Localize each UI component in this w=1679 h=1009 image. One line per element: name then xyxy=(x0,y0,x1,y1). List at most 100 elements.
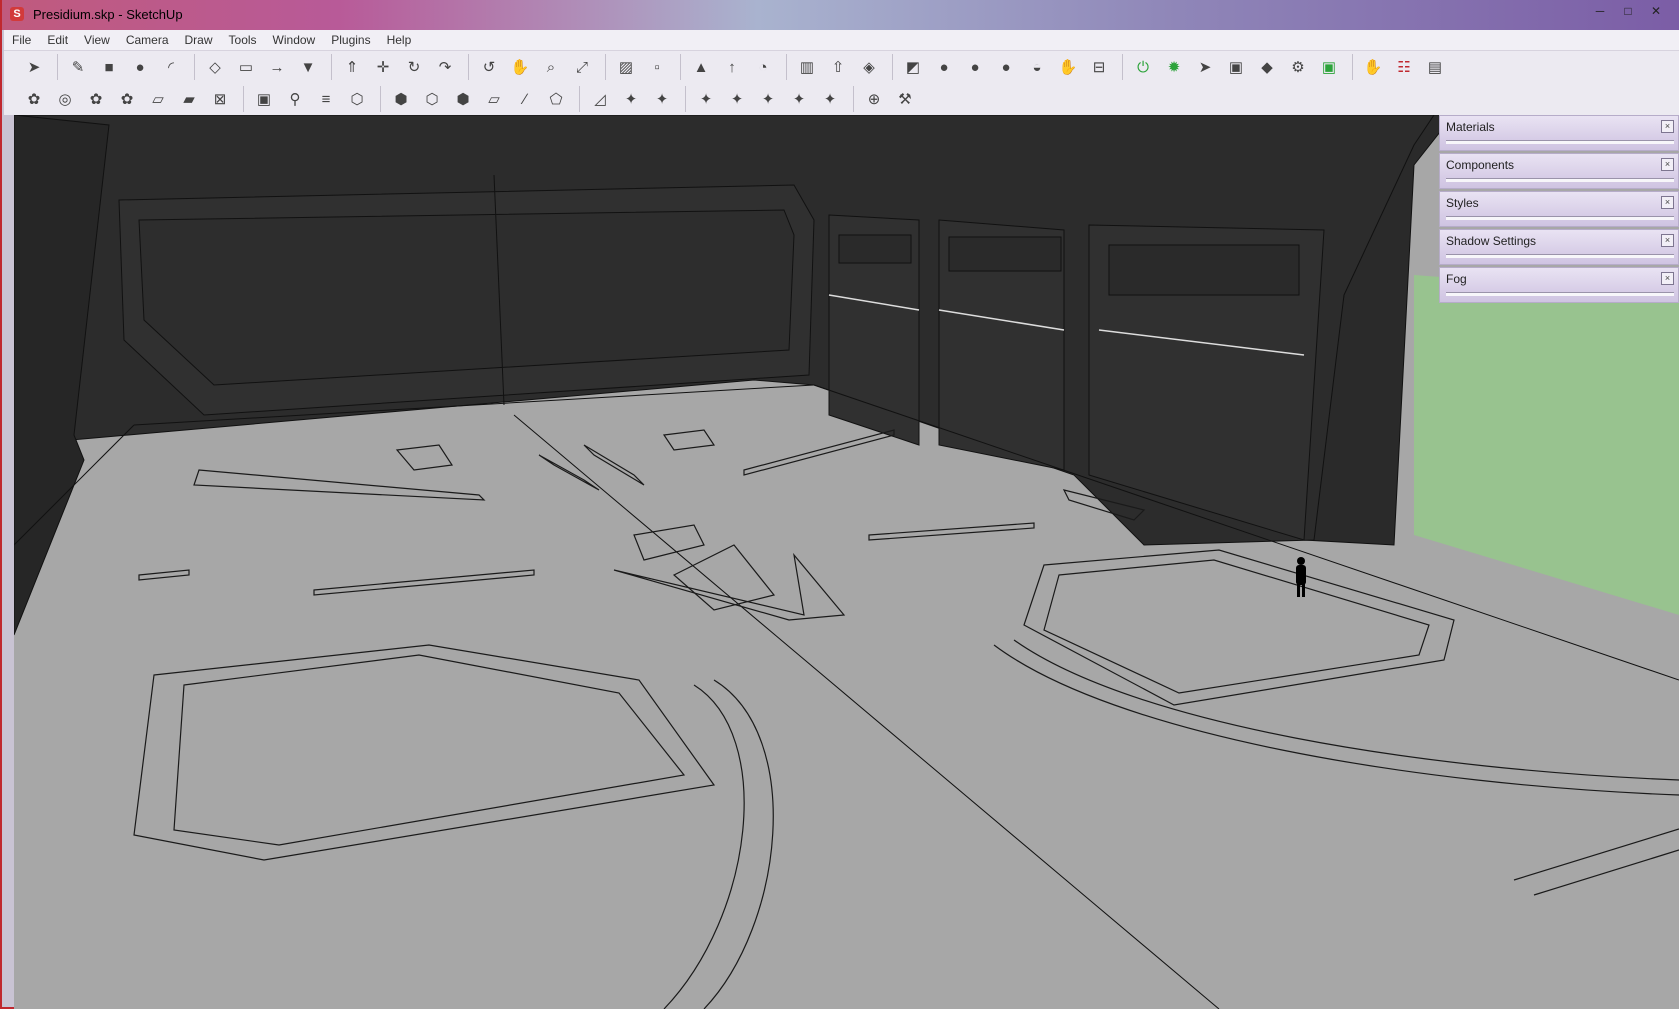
parallel-icon[interactable]: ✦ xyxy=(785,85,813,113)
menu-file[interactable]: File xyxy=(4,30,39,50)
position-camera-icon-glyph: ▱ xyxy=(152,91,164,108)
cursor-icon[interactable]: ➤ xyxy=(1191,53,1219,81)
tray-panel-materials[interactable]: Materials × xyxy=(1439,115,1679,151)
minimize-button[interactable]: ─ xyxy=(1587,2,1613,20)
close-icon[interactable]: × xyxy=(1661,272,1674,285)
move-icon[interactable]: ✛ xyxy=(369,53,397,81)
circle-icon[interactable]: ● xyxy=(126,53,154,81)
orbit-camera-icon[interactable]: ◎ xyxy=(51,85,79,113)
toolbar-separator xyxy=(892,54,893,80)
rotate-icon[interactable]: ↻ xyxy=(400,53,428,81)
tape-measure-icon[interactable]: → xyxy=(263,53,291,81)
push-pull-icon[interactable]: ⇑ xyxy=(338,53,366,81)
menu-view[interactable]: View xyxy=(76,30,118,50)
close-icon[interactable]: × xyxy=(1661,158,1674,171)
get-models-icon[interactable]: ▥ xyxy=(793,53,821,81)
menu-tools[interactable]: Tools xyxy=(221,30,265,50)
close-icon[interactable]: × xyxy=(1661,120,1674,133)
tools-icon[interactable]: ⚒ xyxy=(891,85,919,113)
box-icon[interactable]: ⬠ xyxy=(542,85,570,113)
previous-view-icon[interactable]: ▫ xyxy=(643,53,671,81)
eraser-icon[interactable]: ▭ xyxy=(232,53,260,81)
close-icon[interactable]: × xyxy=(1661,196,1674,209)
lock-icon[interactable]: ⊟ xyxy=(1085,53,1113,81)
smoove-icon[interactable]: ● xyxy=(930,53,958,81)
trash-icon[interactable]: ▤ xyxy=(1421,53,1449,81)
back-view-icon[interactable]: ✦ xyxy=(617,85,645,113)
menu-window[interactable]: Window xyxy=(265,30,324,50)
left-view-icon[interactable]: ✦ xyxy=(648,85,676,113)
title-bar[interactable]: S Presidium.skp - SketchUp ─ □ ✕ xyxy=(2,0,1679,30)
trim-icon[interactable]: ▱ xyxy=(480,85,508,113)
tray-icon[interactable]: ▣ xyxy=(1222,53,1250,81)
add-location-icon[interactable]: ▲ xyxy=(687,53,715,81)
position-camera-icon[interactable]: ▱ xyxy=(144,85,172,113)
pan-icon[interactable]: ✋ xyxy=(506,53,534,81)
tray-panel-styles[interactable]: Styles × xyxy=(1439,191,1679,227)
report-icon[interactable]: ☷ xyxy=(1390,53,1418,81)
menu-help[interactable]: Help xyxy=(379,30,420,50)
layer-icon[interactable]: ▣ xyxy=(250,85,278,113)
perspective-icon[interactable]: ✦ xyxy=(816,85,844,113)
plane-icon[interactable]: ▰ xyxy=(175,85,203,113)
rectangle-icon[interactable]: ■ xyxy=(95,53,123,81)
toggle-terrain-icon[interactable]: ↑ xyxy=(718,53,746,81)
outer-shell-icon[interactable]: ⬡ xyxy=(343,85,371,113)
front-view-icon[interactable]: ◿ xyxy=(586,85,614,113)
menu-camera[interactable]: Camera xyxy=(118,30,177,50)
tray-panel-components[interactable]: Components × xyxy=(1439,153,1679,189)
crosshair-icon[interactable]: ⊕ xyxy=(860,85,888,113)
wave-icon[interactable]: ✋ xyxy=(1359,53,1387,81)
union-icon[interactable]: ⬡ xyxy=(418,85,446,113)
menu-edit[interactable]: Edit xyxy=(39,30,76,50)
share-model-icon[interactable]: ⇧ xyxy=(824,53,852,81)
sandbox-icon-glyph: ◩ xyxy=(905,59,921,76)
settings-icon[interactable]: ⚙ xyxy=(1284,53,1312,81)
section-plane-icon[interactable]: ▨ xyxy=(612,53,640,81)
render-icon[interactable]: ◆ xyxy=(1253,53,1281,81)
model-viewport[interactable] xyxy=(14,115,1679,1009)
add-detail-icon[interactable]: ◒ xyxy=(1023,53,1051,81)
tray-icon-glyph: ▣ xyxy=(1228,59,1244,76)
look-around-icon[interactable]: ✿ xyxy=(113,85,141,113)
menu-plugins[interactable]: Plugins xyxy=(323,30,378,50)
arc-icon[interactable]: ◜ xyxy=(157,53,185,81)
orbit-icon[interactable]: ↺ xyxy=(475,53,503,81)
tray-panel-shadow-settings[interactable]: Shadow Settings × xyxy=(1439,229,1679,265)
paint-bucket-icon[interactable]: ▼ xyxy=(294,53,322,81)
maximize-button[interactable]: □ xyxy=(1615,2,1641,20)
hand-icon[interactable]: ✋ xyxy=(1054,53,1082,81)
search-pin-icon[interactable]: ⚲ xyxy=(281,85,309,113)
sandbox-icon[interactable]: ◩ xyxy=(899,53,927,81)
select-icon[interactable]: ➤ xyxy=(20,53,48,81)
tools-icon-glyph: ⚒ xyxy=(898,91,912,108)
drape-icon[interactable]: ● xyxy=(992,53,1020,81)
stamp-icon[interactable]: ● xyxy=(961,53,989,81)
follow-me-icon[interactable]: ↷ xyxy=(431,53,459,81)
share-component-icon[interactable]: ◈ xyxy=(855,53,883,81)
intersect-icon[interactable]: ⬢ xyxy=(387,85,415,113)
component-icon[interactable]: ✿ xyxy=(20,85,48,113)
settings-icon-glyph: ⚙ xyxy=(1291,59,1305,76)
close-icon[interactable]: × xyxy=(1661,234,1674,247)
xray-icon[interactable]: ⊠ xyxy=(206,85,234,113)
walk-icon[interactable]: ✿ xyxy=(82,85,110,113)
make-component-icon[interactable]: ◇ xyxy=(201,53,229,81)
photo-textures-icon[interactable]: ◔ xyxy=(749,53,777,81)
display-icon[interactable]: ▣ xyxy=(1315,53,1343,81)
level-icon[interactable]: ≡ xyxy=(312,85,340,113)
zoom-icon[interactable]: ⌕ xyxy=(537,53,565,81)
stamp-icon-glyph: ● xyxy=(970,58,980,76)
tray-panel-fog[interactable]: Fog × xyxy=(1439,267,1679,303)
zoom-extents-icon[interactable]: ⤢ xyxy=(568,53,596,81)
split-icon[interactable]: ∕ xyxy=(511,85,539,113)
subtract-icon[interactable]: ⬢ xyxy=(449,85,477,113)
close-button[interactable]: ✕ xyxy=(1643,2,1669,20)
top-view-icon[interactable]: ✦ xyxy=(692,85,720,113)
menu-draw[interactable]: Draw xyxy=(177,30,221,50)
iso-view-icon[interactable]: ✦ xyxy=(754,85,782,113)
power-icon[interactable]: ⏻ xyxy=(1129,53,1157,81)
pencil-icon[interactable]: ✎ xyxy=(64,53,92,81)
right-view-icon[interactable]: ✦ xyxy=(723,85,751,113)
sun-icon[interactable]: ✹ xyxy=(1160,53,1188,81)
